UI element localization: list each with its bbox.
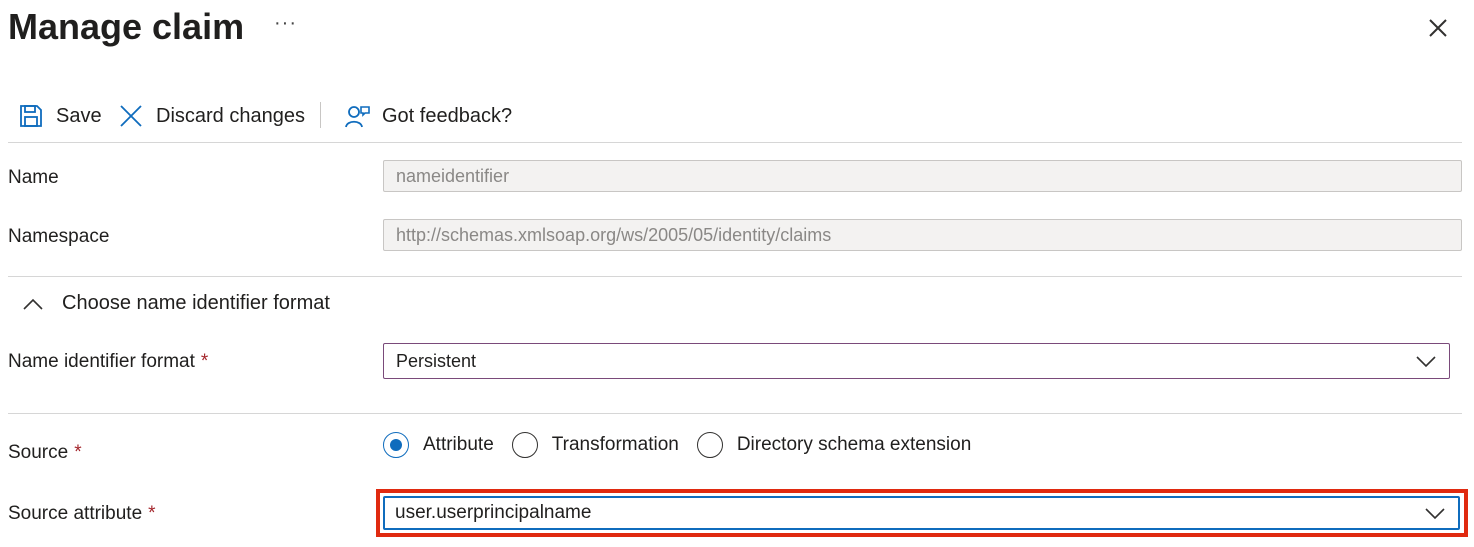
source-radio-directory-schema-extension[interactable]: Directory schema extension (696, 432, 971, 458)
name-identifier-format-label: Name identifier format * (8, 351, 209, 372)
name-field: nameidentifier (383, 160, 1462, 192)
feedback-icon (345, 106, 370, 128)
divider (8, 142, 1462, 143)
save-label: Save (56, 104, 102, 127)
close-icon[interactable] (1424, 14, 1452, 42)
more-options-button[interactable]: ··· (274, 12, 297, 35)
name-identifier-format-section-toggle[interactable]: Choose name identifier format (22, 292, 330, 315)
radio-icon (696, 432, 723, 458)
discard-changes-button[interactable]: Discard changes (118, 96, 305, 136)
required-marker: * (200, 351, 209, 372)
namespace-field: http://schemas.xmlsoap.org/ws/2005/05/id… (383, 219, 1462, 251)
dropdown-value: user.userprincipalname (395, 502, 592, 523)
feedback-label: Got feedback? (382, 104, 513, 127)
required-marker: * (74, 442, 82, 463)
source-attribute-label: Source attribute * (8, 503, 156, 524)
toolbar-divider (320, 102, 321, 128)
divider (8, 413, 1462, 414)
name-identifier-format-dropdown[interactable]: Persistent (383, 343, 1450, 379)
save-icon (20, 105, 42, 127)
dropdown-value: Persistent (396, 350, 477, 371)
source-label: Source * (8, 442, 82, 463)
command-bar: Save Discard changes Got feedback? (0, 96, 1462, 136)
name-label: Name (8, 167, 59, 188)
section-label: Choose name identifier format (62, 292, 330, 314)
source-radio-group: Attribute Transformation Directory schem… (383, 432, 989, 458)
chevron-down-icon (1416, 356, 1436, 368)
radio-icon (511, 432, 538, 458)
discard-icon (120, 105, 142, 127)
radio-selected-icon (383, 432, 409, 458)
page-title: Manage claim (8, 6, 245, 47)
divider (8, 276, 1462, 277)
namespace-label: Namespace (8, 226, 110, 247)
required-marker: * (148, 503, 156, 524)
chevron-down-icon (1425, 508, 1445, 520)
save-button[interactable]: Save (18, 96, 102, 136)
source-radio-transformation[interactable]: Transformation (511, 432, 679, 458)
source-attribute-dropdown[interactable]: user.userprincipalname (383, 496, 1460, 530)
source-radio-attribute[interactable]: Attribute (383, 432, 494, 458)
discard-label: Discard changes (156, 104, 305, 127)
chevron-up-icon (23, 298, 43, 310)
feedback-button[interactable]: Got feedback? (344, 96, 512, 136)
